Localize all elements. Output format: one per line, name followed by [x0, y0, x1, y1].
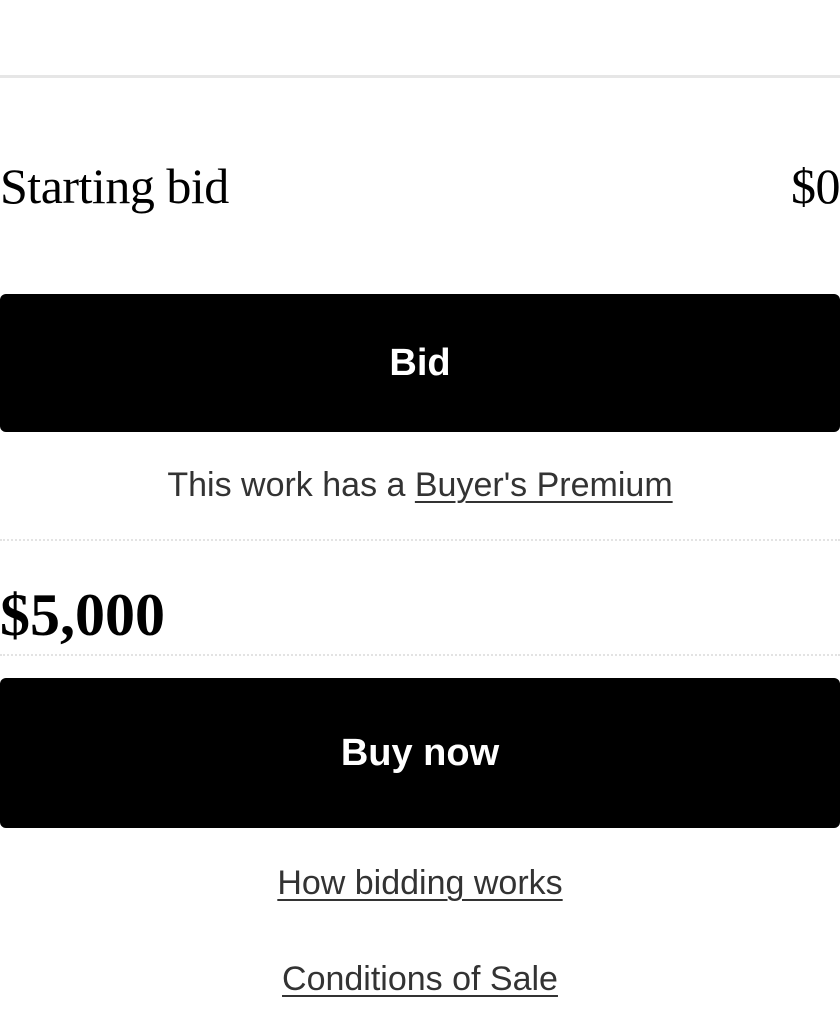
premium-notice-prefix: This work has a: [167, 466, 415, 504]
starting-bid-value: $0: [791, 158, 840, 214]
how-bidding-works-row: How bidding works: [0, 864, 840, 903]
conditions-of-sale-row: Conditions of Sale: [0, 960, 840, 999]
buy-now-button[interactable]: Buy now: [0, 678, 840, 828]
starting-bid-row: Starting bid $0: [0, 148, 840, 224]
buy-now-price: $5,000: [0, 582, 165, 648]
starting-bid-label: Starting bid: [0, 158, 229, 214]
price-divider-bottom: [0, 654, 840, 656]
how-bidding-works-link[interactable]: How bidding works: [277, 864, 562, 902]
buyers-premium-link[interactable]: Buyer's Premium: [415, 466, 673, 504]
bid-button[interactable]: Bid: [0, 294, 840, 432]
conditions-of-sale-link[interactable]: Conditions of Sale: [282, 960, 558, 998]
price-divider-top: [0, 539, 840, 541]
buyers-premium-notice: This work has a Buyer's Premium: [0, 466, 840, 505]
top-divider: [0, 75, 840, 78]
